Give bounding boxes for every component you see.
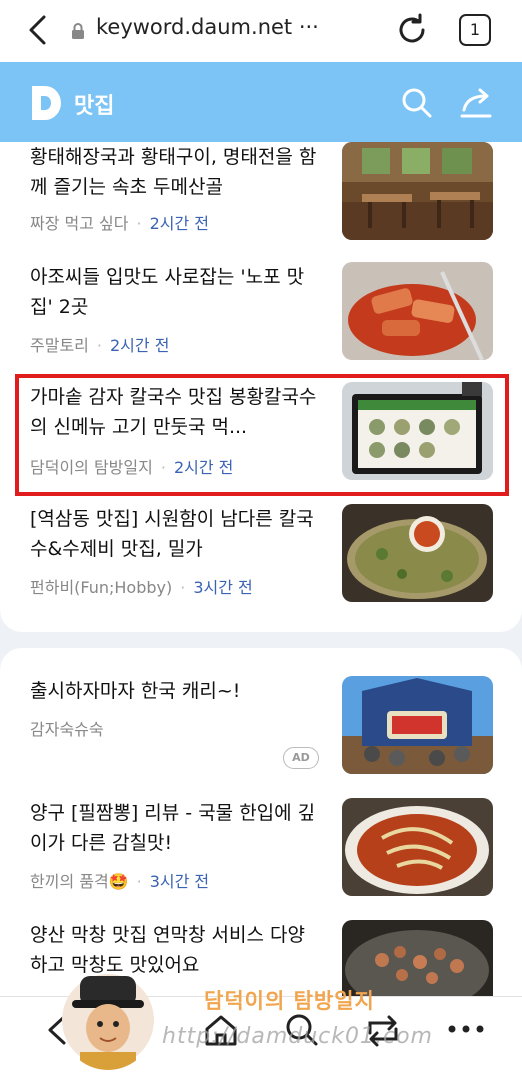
ad-badge[interactable]: AD: [283, 747, 319, 769]
ad-item[interactable]: 출시하자마자 한국 캐리~! 감자숙슈숙: [0, 676, 522, 776]
header-share-button[interactable]: [458, 86, 494, 120]
reload-icon: [399, 13, 425, 43]
chevron-left-icon: [29, 15, 46, 45]
item-time: 3시간 전: [193, 578, 253, 597]
item-meta: 담덕이의 탐방일지 · 2시간 전: [30, 454, 233, 478]
more-options-button[interactable]: [446, 1017, 486, 1041]
list-item[interactable]: 가마솥 감자 칼국수 맛집 봉황칼국수의 신메뉴 고기 만둣국 먹... 담덕이…: [0, 382, 522, 482]
item-source: 짜장 먹고 싶다: [30, 214, 129, 233]
separator-dot: ·: [136, 214, 142, 233]
list-item[interactable]: 양구 [필짬뽕] 리뷰 - 국물 한입에 깊이가 다른 감칠맛! 한끼의 품격🤩…: [0, 798, 522, 898]
list-item[interactable]: 아조씨들 입맛도 사로잡는 '노포 맛집' 2곳 주말토리 · 2시간 전: [0, 262, 522, 362]
daum-logo-icon[interactable]: [30, 84, 64, 122]
item-meta: 펀하비(Fun;Hobby) · 3시간 전: [30, 574, 253, 598]
item-source: 담덕이의 탐방일지: [30, 458, 153, 477]
item-meta: 한끼의 품격🤩 · 3시간 전: [30, 868, 209, 892]
tab-count-button[interactable]: 1: [459, 14, 491, 46]
watermark-url: http://damduck01.com: [162, 1024, 433, 1049]
item-source: 주말토리: [30, 336, 89, 355]
reload-button[interactable]: [394, 12, 430, 48]
thumbnail-restaurant-interior[interactable]: [342, 142, 493, 240]
item-meta: 주말토리 · 2시간 전: [30, 332, 169, 356]
item-time: 2시간 전: [109, 336, 170, 355]
item-title[interactable]: 황태해장국과 황태구이, 명태전을 함께 즐기는 속초 두메산골: [30, 142, 320, 202]
item-time: 3시간 전: [149, 872, 210, 891]
item-source: 감자숙슈숙: [30, 720, 104, 739]
thumbnail-pancake[interactable]: [342, 504, 493, 602]
separator-dot: ·: [160, 458, 166, 477]
search-icon: [402, 88, 432, 118]
separator-dot: ·: [136, 872, 142, 891]
url-text[interactable]: keyword.daum.net ···: [96, 15, 319, 39]
section-title: 맛집: [74, 94, 115, 119]
thumbnail-tteokbokki[interactable]: [342, 262, 493, 360]
item-meta: 감자숙슈숙: [30, 716, 104, 740]
item-time: 2시간 전: [173, 458, 234, 477]
daum-header: 맛집: [0, 62, 522, 142]
item-title[interactable]: 양산 막창 맛집 연막창 서비스 다양하고 막창도 맛있어요: [30, 920, 320, 980]
share-icon: [460, 88, 492, 118]
browser-url-bar: keyword.daum.net ··· 1: [0, 0, 522, 62]
separator-dot: ·: [180, 578, 186, 597]
item-title[interactable]: 출시하자마자 한국 캐리~!: [30, 676, 320, 706]
item-title[interactable]: [역삼동 맛집] 시원함이 남다른 칼국수&수제비 맛집, 밀가: [30, 504, 320, 564]
lock-icon: [70, 22, 86, 40]
item-title[interactable]: 가마솥 감자 칼국수 맛집 봉황칼국수의 신메뉴 고기 만둣국 먹...: [30, 382, 320, 442]
item-title[interactable]: 아조씨들 입맛도 사로잡는 '노포 맛집' 2곳: [30, 262, 320, 322]
thumbnail-game-ad[interactable]: [342, 676, 493, 774]
watermark-name: 담덕이의 탐방일지: [204, 989, 375, 1013]
blogger-avatar: [62, 970, 154, 1070]
item-source: 펀하비(Fun;Hobby): [30, 578, 173, 597]
item-title[interactable]: 양구 [필짬뽕] 리뷰 - 국물 한입에 깊이가 다른 감칠맛!: [30, 798, 320, 858]
thumbnail-kiosk-menu[interactable]: [342, 382, 493, 480]
more-dots-icon: [448, 1025, 484, 1033]
item-meta: 짜장 먹고 싶다 · 2시간 전: [30, 210, 209, 234]
item-time: 2시간 전: [149, 214, 210, 233]
item-source: 한끼의 품격🤩: [30, 872, 129, 891]
browser-back-button[interactable]: [22, 12, 54, 48]
list-item[interactable]: 황태해장국과 황태구이, 명태전을 함께 즐기는 속초 두메산골 짜장 먹고 싶…: [0, 142, 522, 252]
thumbnail-jjamppong[interactable]: [342, 798, 493, 896]
list-item[interactable]: [역삼동 맛집] 시원함이 남다른 칼국수&수제비 맛집, 밀가 펀하비(Fun…: [0, 504, 522, 604]
separator-dot: ·: [96, 336, 102, 355]
header-search-button[interactable]: [400, 86, 434, 120]
